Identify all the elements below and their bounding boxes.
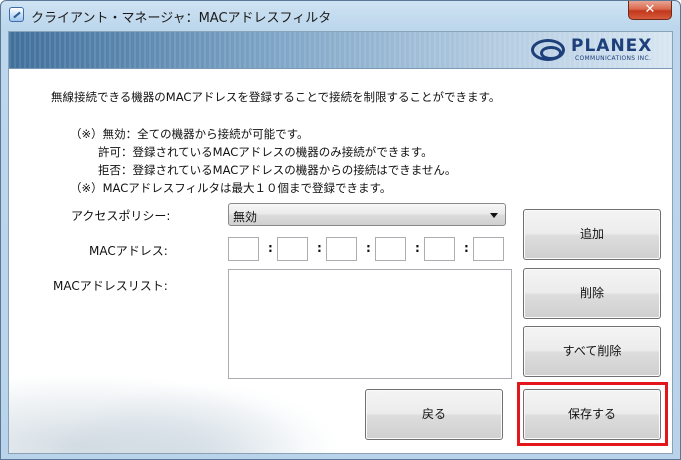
mac-octet-4-input[interactable] <box>375 237 406 261</box>
mac-separator: : <box>317 241 322 255</box>
logo-tagline: COMMUNICATIONS INC. <box>575 55 652 62</box>
header-banner: PLANEX COMMUNICATIONS INC. <box>9 32 672 69</box>
add-button[interactable]: 追加 <box>523 209 661 260</box>
mac-octet-6-input[interactable] <box>473 237 504 261</box>
delete-all-button[interactable]: すべて削除 <box>523 326 661 377</box>
planex-logo: PLANEX COMMUNICATIONS INC. <box>531 36 667 66</box>
window-title: クライアント・マネージャ：MACアドレスフィルタ <box>31 11 332 26</box>
close-button[interactable]: ✕ <box>628 1 672 20</box>
note-line: 許可：登録されているMACアドレスの機器のみ接続ができます。 <box>98 145 433 159</box>
note-line: 拒否：登録されているMACアドレスの機器からの接続はできません。 <box>98 163 457 177</box>
access-policy-select[interactable]: 無効 <box>228 203 506 226</box>
app-icon <box>9 7 24 22</box>
mac-separator: : <box>464 241 469 255</box>
intro-text: 無線接続できる機器のMACアドレスを登録することで接続を制限することができます。 <box>51 90 501 104</box>
access-policy-value: 無効 <box>233 210 258 224</box>
access-policy-label: アクセスポリシー: <box>71 209 171 223</box>
save-highlight-box <box>517 382 668 446</box>
chevron-down-icon <box>490 213 498 218</box>
planex-logo-icon <box>531 39 565 61</box>
logo-name: PLANEX <box>571 36 653 56</box>
client-area: PLANEX COMMUNICATIONS INC. 無線接続できる機器のMAC… <box>8 31 673 454</box>
mac-address-list[interactable] <box>228 269 512 379</box>
mac-list-label: MACアドレスリスト: <box>53 279 168 293</box>
mac-octet-3-input[interactable] <box>326 237 357 261</box>
note-line: （※）無効：全ての機器から接続が可能です。 <box>70 127 309 141</box>
mac-separator: : <box>366 241 371 255</box>
title-bar[interactable]: クライアント・マネージャ：MACアドレスフィルタ ✕ <box>1 1 680 29</box>
back-button[interactable]: 戻る <box>365 389 503 440</box>
notes: （※）無効：全ての機器から接続が可能です。 許可：登録されているMACアドレスの… <box>70 125 456 197</box>
mac-octet-2-input[interactable] <box>277 237 308 261</box>
mac-octet-1-input[interactable] <box>228 237 259 261</box>
mac-separator: : <box>415 241 420 255</box>
mac-separator: : <box>268 241 273 255</box>
note-line: （※）MACアドレスフィルタは最大１０個まで登録できます。 <box>70 181 392 195</box>
mac-octet-5-input[interactable] <box>424 237 455 261</box>
delete-button[interactable]: 削除 <box>523 268 661 319</box>
dialog-window: クライアント・マネージャ：MACアドレスフィルタ ✕ PLANEX COMMUN… <box>0 0 681 460</box>
mac-address-label: MACアドレス: <box>89 244 168 258</box>
